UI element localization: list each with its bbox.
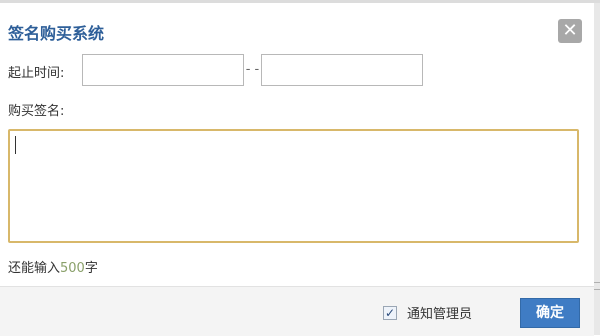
date-range-separator: - - (245, 62, 260, 77)
text-caret (15, 136, 16, 154)
start-date-input[interactable] (82, 54, 244, 86)
signature-label: 购买签名: (8, 104, 65, 119)
dialog-footer (0, 286, 594, 336)
remaining-count: 500 (60, 261, 85, 276)
checkmark-icon: ✓ (384, 305, 396, 320)
notify-admin-checkbox[interactable]: ✓ (383, 305, 397, 320)
notify-admin-label: 通知管理员 (407, 307, 473, 322)
signature-textarea[interactable] (8, 129, 579, 243)
time-range-label: 起止时间: (8, 66, 65, 81)
close-icon: ✕ (562, 20, 578, 41)
end-date-input[interactable] (261, 54, 423, 86)
remaining-chars-text: 还能输入500字 (8, 257, 98, 276)
background-edge-mark (594, 282, 600, 290)
dialog-title: 签名购买系统 (8, 24, 105, 43)
notify-admin-option[interactable]: ✓ 通知管理员 (383, 303, 472, 322)
remaining-suffix: 字 (84, 261, 98, 276)
close-button[interactable]: ✕ (558, 19, 582, 43)
confirm-button[interactable]: 确定 (520, 298, 580, 328)
remaining-prefix: 还能输入 (8, 261, 61, 276)
